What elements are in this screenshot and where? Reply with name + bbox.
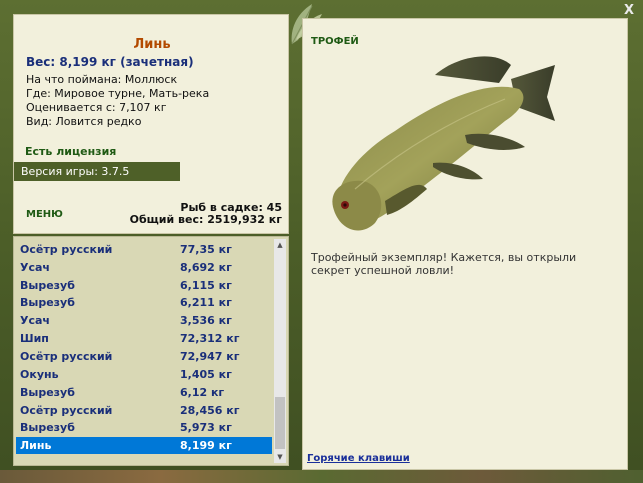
catch-weight: 8,199 кг xyxy=(180,439,232,452)
list-item[interactable]: Осётр русский 72,947 кг xyxy=(16,348,272,365)
catch-name: Осётр русский xyxy=(20,404,113,417)
list-item-selected[interactable]: Линь 8,199 кг xyxy=(16,437,272,454)
list-item[interactable]: Вырезуб 6,211 кг xyxy=(16,294,272,311)
scroll-thumb[interactable] xyxy=(275,397,285,449)
tench-fish-image xyxy=(332,56,555,231)
hotkeys-link[interactable]: Горячие клавиши xyxy=(307,453,410,464)
catch-name: Вырезуб xyxy=(20,386,75,399)
fish-info-panel: Линь Вес: 8,199 кг (зачетная) На что пой… xyxy=(13,14,289,234)
list-item[interactable]: Окунь 1,405 кг xyxy=(16,366,272,383)
list-item[interactable]: Осётр русский 77,35 кг xyxy=(16,241,272,258)
fish-weight: Вес: 8,199 кг (зачетная) xyxy=(26,55,194,69)
list-item[interactable]: Вырезуб 5,973 кг xyxy=(16,419,272,436)
catch-weight: 28,456 кг xyxy=(180,404,240,417)
menu-button[interactable]: МЕНЮ xyxy=(26,209,63,220)
license-status: Есть лицензия xyxy=(25,145,117,158)
keepnet-total-weight: Общий вес: 2519,932 кг xyxy=(129,213,282,226)
scroll-down-icon[interactable]: ▼ xyxy=(274,451,286,463)
catch-weight: 8,692 кг xyxy=(180,261,232,274)
catch-name: Осётр русский xyxy=(20,350,113,363)
game-version: Версия игры: 3.7.5 xyxy=(14,162,180,181)
catch-weight: 6,115 кг xyxy=(180,279,232,292)
catch-name: Вырезуб xyxy=(20,279,75,292)
catch-weight: 1,405 кг xyxy=(180,368,232,381)
list-scrollbar[interactable]: ▲ ▼ xyxy=(274,239,286,463)
catch-weight: 72,312 кг xyxy=(180,332,240,345)
list-item[interactable]: Вырезуб 6,12 кг xyxy=(16,384,272,401)
catch-name: Окунь xyxy=(20,368,59,381)
valued-from-info: Оценивается с: 7,107 кг xyxy=(26,101,167,114)
catch-weight: 3,536 кг xyxy=(180,314,232,327)
location-info: Где: Мировое турне, Мать-река xyxy=(26,87,210,100)
bottom-decoration-strip xyxy=(0,470,643,483)
catch-weight: 6,12 кг xyxy=(180,386,225,399)
scroll-up-icon[interactable]: ▲ xyxy=(274,239,286,251)
catch-list: Осётр русский 77,35 кг Усач 8,692 кг Выр… xyxy=(13,236,289,466)
catch-name: Шип xyxy=(20,332,49,345)
list-item[interactable]: Усач 3,536 кг xyxy=(16,312,272,329)
list-item[interactable]: Усач 8,692 кг xyxy=(16,259,272,276)
list-item[interactable]: Осётр русский 28,456 кг xyxy=(16,402,272,419)
catch-name: Вырезуб xyxy=(20,421,75,434)
rarity-info: Вид: Ловится редко xyxy=(26,115,142,128)
list-item[interactable]: Вырезуб 6,115 кг xyxy=(16,277,272,294)
catch-name: Усач xyxy=(20,261,50,274)
close-icon[interactable]: X xyxy=(621,3,637,19)
trophy-message: Трофейный экземпляр! Кажется, вы открыли… xyxy=(311,251,577,277)
catch-weight: 6,211 кг xyxy=(180,296,232,309)
catch-weight: 5,973 кг xyxy=(180,421,232,434)
fish-name: Линь xyxy=(133,37,171,52)
list-item[interactable]: Шип 72,312 кг xyxy=(16,330,272,347)
catch-name: Усач xyxy=(20,314,50,327)
trophy-panel: ТРОФЕЙ Трофейный экземпляр! Кажется, вы … xyxy=(302,18,628,470)
catch-weight: 72,947 кг xyxy=(180,350,240,363)
catch-name: Осётр русский xyxy=(20,243,113,256)
catch-weight: 77,35 кг xyxy=(180,243,232,256)
catch-name: Линь xyxy=(20,439,52,452)
bait-info: На что поймана: Моллюск xyxy=(26,73,178,86)
catch-name: Вырезуб xyxy=(20,296,75,309)
